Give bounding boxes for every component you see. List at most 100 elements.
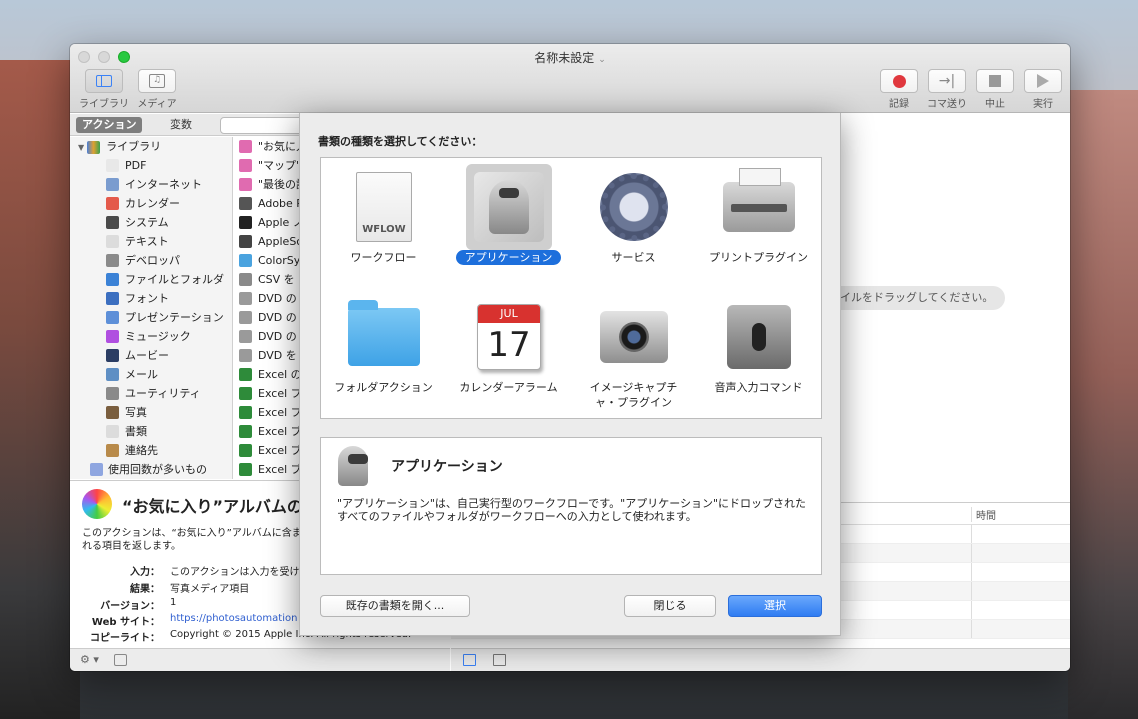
sidebar-icon bbox=[96, 75, 112, 87]
disclosure-triangle-icon: ▼ bbox=[78, 143, 85, 152]
library-category[interactable]: フォント bbox=[70, 289, 232, 308]
log-footer bbox=[451, 648, 1070, 671]
library-root[interactable]: ▼ ライブラリ bbox=[70, 137, 232, 156]
media-button[interactable]: ♫ bbox=[138, 69, 176, 93]
folder-icon bbox=[341, 294, 427, 380]
library-category[interactable]: プレゼンテーション bbox=[70, 308, 232, 327]
run-label: 実行 bbox=[1033, 99, 1053, 110]
library-category[interactable]: 写真 bbox=[70, 403, 232, 422]
action-icon bbox=[239, 140, 252, 153]
category-icon bbox=[106, 406, 119, 419]
calendar-icon: JUL 17 bbox=[466, 294, 552, 380]
library-category[interactable]: ファイルとフォルダ bbox=[70, 270, 232, 289]
workflow-badge: WFLOW bbox=[362, 224, 406, 235]
action-icon bbox=[239, 216, 252, 229]
type-label: アプリケーション bbox=[446, 250, 571, 265]
library-category[interactable]: ミュージック bbox=[70, 327, 232, 346]
split-view-icon[interactable] bbox=[493, 654, 506, 666]
action-label: Excel ブ bbox=[258, 463, 302, 476]
action-label: ColorSy bbox=[258, 254, 301, 267]
library-category[interactable]: ムービー bbox=[70, 346, 232, 365]
action-label: Adobe P bbox=[258, 197, 303, 210]
media-label: メディア bbox=[137, 99, 177, 110]
type-calendar-alarm[interactable]: JUL 17 カレンダーアラーム bbox=[446, 288, 571, 418]
category-icon bbox=[106, 425, 119, 438]
close-button[interactable]: 閉じる bbox=[624, 595, 716, 617]
type-label: サービス bbox=[611, 251, 656, 264]
most-used-folder[interactable]: 使用回数が多いもの bbox=[70, 460, 232, 479]
gear-icon bbox=[591, 164, 677, 250]
action-label: Excel の bbox=[258, 368, 302, 381]
run-button[interactable] bbox=[1024, 69, 1062, 93]
category-icon bbox=[106, 444, 119, 457]
action-icon bbox=[239, 463, 252, 476]
copyright-key: コピーライト： bbox=[90, 633, 160, 644]
category-icon bbox=[106, 216, 119, 229]
result-value: 写真メディア項目 bbox=[170, 584, 250, 595]
type-folder-action[interactable]: フォルダアクション bbox=[321, 288, 446, 418]
library-category[interactable]: テキスト bbox=[70, 232, 232, 251]
tab-variables[interactable]: 変数 bbox=[164, 117, 198, 133]
type-print-plugin[interactable]: プリントプラグイン bbox=[696, 158, 821, 288]
category-label: ファイルとフォルダ bbox=[125, 273, 224, 286]
category-label: ムービー bbox=[125, 349, 169, 362]
result-key: 結果： bbox=[130, 584, 160, 595]
toggle-description-icon[interactable] bbox=[114, 654, 127, 666]
most-used-label: 使用回数が多いもの bbox=[108, 463, 207, 476]
wallpaper-mountain-left bbox=[0, 60, 80, 719]
type-dictation-command[interactable]: 音声入力コマンド bbox=[696, 288, 821, 418]
smart-folder-icon bbox=[90, 463, 103, 476]
action-label: Apple ノ bbox=[258, 216, 304, 229]
library-category[interactable]: インターネット bbox=[70, 175, 232, 194]
action-icon bbox=[239, 368, 252, 381]
category-label: 書類 bbox=[125, 425, 147, 438]
input-value: このアクションは入力を受け付 bbox=[170, 567, 310, 578]
category-icon bbox=[106, 197, 119, 210]
category-label: インターネット bbox=[125, 178, 202, 191]
record-button[interactable] bbox=[880, 69, 918, 93]
title-chevron-icon: ⌄ bbox=[598, 55, 606, 65]
action-icon bbox=[239, 444, 252, 457]
category-icon bbox=[106, 368, 119, 381]
library-category[interactable]: 書類 bbox=[70, 422, 232, 441]
automator-robot-icon bbox=[333, 446, 373, 486]
list-view-icon[interactable] bbox=[463, 654, 476, 666]
open-existing-button[interactable]: 既存の書類を開く... bbox=[320, 595, 470, 617]
library-category[interactable]: デベロッパ bbox=[70, 251, 232, 270]
photos-icon bbox=[82, 489, 112, 519]
library-root-label: ライブラリ bbox=[106, 140, 162, 153]
action-icon bbox=[239, 273, 252, 286]
library-category[interactable]: カレンダー bbox=[70, 194, 232, 213]
website-link[interactable]: https://photosautomation bbox=[170, 613, 297, 624]
action-label: AppleSc bbox=[258, 235, 303, 248]
step-button[interactable]: →| bbox=[928, 69, 966, 93]
tab-actions[interactable]: アクション bbox=[76, 117, 143, 133]
category-label: システム bbox=[125, 216, 169, 229]
type-workflow[interactable]: WFLOW ワークフロー bbox=[321, 158, 446, 288]
choose-button[interactable]: 選択 bbox=[728, 595, 822, 617]
action-label: Excel ブ bbox=[258, 425, 302, 438]
library-category[interactable]: ユーティリティ bbox=[70, 384, 232, 403]
action-icon bbox=[239, 292, 252, 305]
detail-text: "アプリケーション"は、自己実行型のワークフローです。"アプリケーション"にドロ… bbox=[337, 497, 807, 523]
library-footer: ⚙ ▾ bbox=[70, 648, 450, 671]
type-application[interactable]: アプリケーション bbox=[446, 158, 571, 288]
gear-menu-icon[interactable]: ⚙ ▾ bbox=[80, 653, 99, 666]
library-category[interactable]: メール bbox=[70, 365, 232, 384]
play-icon bbox=[1037, 74, 1049, 88]
category-icon bbox=[106, 159, 119, 172]
website-key: Web サイト： bbox=[91, 617, 160, 628]
type-service[interactable]: サービス bbox=[571, 158, 696, 288]
type-image-capture-plugin[interactable]: イメージキャプチャ・プラグイン bbox=[571, 288, 696, 418]
category-label: プレゼンテーション bbox=[125, 311, 224, 324]
window-title[interactable]: 名称未設定 ⌄ bbox=[70, 49, 1070, 66]
library-category[interactable]: システム bbox=[70, 213, 232, 232]
library-category[interactable]: PDF bbox=[70, 156, 232, 175]
library-toggle-button[interactable] bbox=[85, 69, 123, 93]
time-column-header[interactable]: 時間 bbox=[971, 507, 996, 522]
category-label: ミュージック bbox=[125, 330, 191, 343]
calendar-day: 17 bbox=[487, 325, 531, 365]
stop-button[interactable] bbox=[976, 69, 1014, 93]
library-category[interactable]: 連絡先 bbox=[70, 441, 232, 460]
category-label: テキスト bbox=[125, 235, 169, 248]
